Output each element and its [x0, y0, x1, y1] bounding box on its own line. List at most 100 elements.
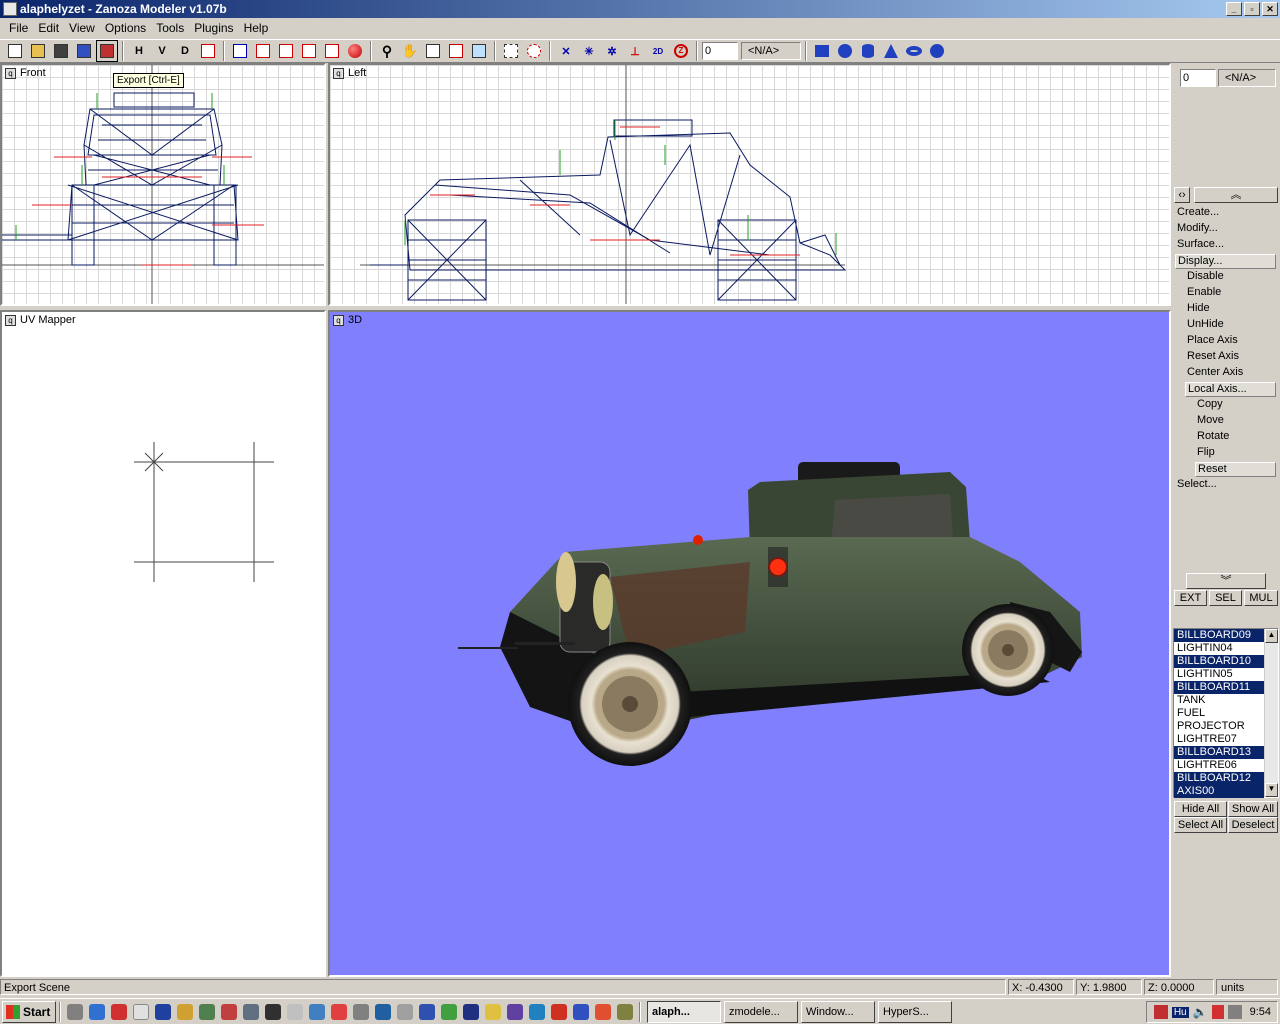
panel-menu-item[interactable]: Center Axis	[1185, 366, 1276, 381]
panel-combo[interactable]: <N/A>	[1218, 69, 1276, 87]
view3d-viewport[interactable]: q 3D	[328, 310, 1171, 977]
quicklaunch-icon[interactable]	[529, 1003, 545, 1020]
panel-menu-item[interactable]: Select...	[1175, 478, 1276, 493]
z-button[interactable]: Z	[670, 40, 692, 62]
viewport-menu-icon[interactable]: q	[5, 314, 16, 326]
new-file-button[interactable]	[4, 40, 26, 62]
quicklaunch-icon[interactable]	[221, 1003, 237, 1020]
panel-menu-item[interactable]: Disable	[1185, 270, 1276, 285]
object-list-item[interactable]: LIGHTRE07	[1174, 733, 1264, 746]
deselect-button[interactable]: Deselect	[1228, 817, 1278, 833]
panel-menu-item[interactable]: Move	[1195, 414, 1276, 429]
menu-file[interactable]: File	[4, 21, 33, 35]
quicklaunch-icon[interactable]	[551, 1003, 567, 1020]
quicklaunch-icon[interactable]	[331, 1003, 347, 1020]
front-viewport[interactable]: q Front	[0, 63, 326, 306]
pan-button[interactable]: ✋	[399, 40, 421, 62]
object-list-item[interactable]: LIGHTIN05	[1174, 668, 1264, 681]
axis-tool-button[interactable]: ⊥	[624, 40, 646, 62]
object-list-item[interactable]: BILLBOARD10	[1174, 655, 1264, 668]
object-list-item[interactable]: LIGHTRE06	[1174, 759, 1264, 772]
minimize-button[interactable]: _	[1226, 2, 1242, 16]
toolbar-spinner[interactable]: 0	[702, 42, 738, 60]
panel-spinner[interactable]: 0	[1180, 69, 1216, 87]
quicklaunch-icon[interactable]	[397, 1003, 413, 1020]
panel-menu-item[interactable]: Modify...	[1175, 222, 1276, 237]
quicklaunch-icon[interactable]	[507, 1003, 523, 1020]
show-all-button[interactable]: Show All	[1228, 801, 1278, 817]
tray-app-icon[interactable]	[1153, 1005, 1168, 1019]
object-list-item[interactable]: BILLBOARD11	[1174, 681, 1264, 694]
view-v-button[interactable]: V	[151, 40, 173, 62]
object-list-item[interactable]: TANK	[1174, 694, 1264, 707]
panel-menu-item[interactable]: Rotate	[1195, 430, 1276, 445]
uv-mapper-viewport[interactable]: q UV Mapper	[0, 310, 326, 977]
menu-view[interactable]: View	[64, 21, 100, 35]
quicklaunch-icon[interactable]	[441, 1003, 457, 1020]
panel-menu-item[interactable]: UnHide	[1185, 318, 1276, 333]
panel-menu-item[interactable]: Hide	[1185, 302, 1276, 317]
viewport-menu-icon[interactable]: q	[333, 314, 344, 326]
sel-button[interactable]: SEL	[1209, 590, 1242, 606]
task-alaphelyzet[interactable]: alaph...	[647, 1000, 721, 1023]
viewport-menu-icon[interactable]: q	[5, 67, 16, 79]
viewport-menu-icon[interactable]: q	[333, 67, 344, 79]
maximize-button[interactable]: ▫	[1244, 2, 1260, 16]
panel-menu-item[interactable]: Place Axis	[1185, 334, 1276, 349]
scroll-down-arrow-icon[interactable]: ▼	[1265, 783, 1278, 797]
transform-button[interactable]	[197, 40, 219, 62]
volume-icon[interactable]: 🔈	[1193, 1005, 1208, 1019]
scale-tool-button[interactable]: ✳	[578, 40, 600, 62]
menu-plugins[interactable]: Plugins	[189, 21, 238, 35]
object-list-item[interactable]: LIGHTIN04	[1174, 642, 1264, 655]
zoom-all-button[interactable]	[468, 40, 490, 62]
primitive-cylinder-button[interactable]	[857, 40, 879, 62]
quicklaunch-icon[interactable]	[243, 1003, 259, 1020]
quicklaunch-icon[interactable]	[67, 1003, 83, 1020]
view-h-button[interactable]: H	[128, 40, 150, 62]
vertex-tool-button[interactable]	[229, 40, 251, 62]
cube-tool-1-button[interactable]	[252, 40, 274, 62]
rotate-tool-button[interactable]: ✲	[601, 40, 623, 62]
select-circle-button[interactable]	[523, 40, 545, 62]
quicklaunch-icon[interactable]	[111, 1003, 127, 1020]
scroll-up-arrow-icon[interactable]: ▲	[1265, 629, 1278, 643]
primitive-cone-button[interactable]	[880, 40, 902, 62]
object-list-item[interactable]: FUEL	[1174, 707, 1264, 720]
panel-menu-item[interactable]: Flip	[1195, 446, 1276, 461]
left-viewport[interactable]: q Left	[328, 63, 1171, 306]
quicklaunch-icon[interactable]	[155, 1003, 171, 1020]
mode-2d3d-button[interactable]: 2D	[647, 40, 669, 62]
task-window[interactable]: Window...	[801, 1000, 875, 1023]
quicklaunch-icon[interactable]	[617, 1003, 633, 1020]
panel-menu-item[interactable]: Copy	[1195, 398, 1276, 413]
menu-edit[interactable]: Edit	[33, 21, 64, 35]
start-button[interactable]: Start	[2, 1000, 56, 1023]
move-tool-button[interactable]: ✕	[555, 40, 577, 62]
zoom-box-button[interactable]	[422, 40, 444, 62]
object-list-item[interactable]: PROJECTOR	[1174, 720, 1264, 733]
panel-menu-item[interactable]: Local Axis...	[1185, 382, 1276, 397]
title-bar[interactable]: alaphelyzet - Zanoza Modeler v1.07b _ ▫ …	[0, 0, 1280, 18]
tray-network-icon[interactable]	[1227, 1005, 1242, 1019]
quicklaunch-icon[interactable]	[485, 1003, 501, 1020]
quicklaunch-icon[interactable]	[309, 1003, 325, 1020]
quicklaunch-icon[interactable]	[375, 1003, 391, 1020]
primitive-torus-button[interactable]	[903, 40, 925, 62]
quicklaunch-icon[interactable]	[419, 1003, 435, 1020]
quicklaunch-icon[interactable]	[463, 1003, 479, 1020]
menu-options[interactable]: Options	[100, 21, 151, 35]
menu-help[interactable]: Help	[239, 21, 274, 35]
quicklaunch-icon[interactable]	[595, 1003, 611, 1020]
tray-lock-icon[interactable]	[1211, 1005, 1224, 1019]
quicklaunch-icon[interactable]	[265, 1003, 281, 1020]
panel-scroll-up-button[interactable]: ︽	[1194, 187, 1278, 203]
object-list[interactable]: BILLBOARD09 LIGHTIN04 BILLBOARD10 LIGHTIN05…	[1173, 628, 1279, 798]
panel-menu-item[interactable]: Create...	[1175, 206, 1276, 221]
primitive-box-button[interactable]	[811, 40, 833, 62]
ext-button[interactable]: EXT	[1174, 590, 1207, 606]
primitive-sphere-button[interactable]	[834, 40, 856, 62]
mul-button[interactable]: MUL	[1244, 590, 1278, 606]
task-hypersnap[interactable]: HyperS...	[878, 1000, 952, 1023]
quicklaunch-icon[interactable]	[573, 1003, 589, 1020]
